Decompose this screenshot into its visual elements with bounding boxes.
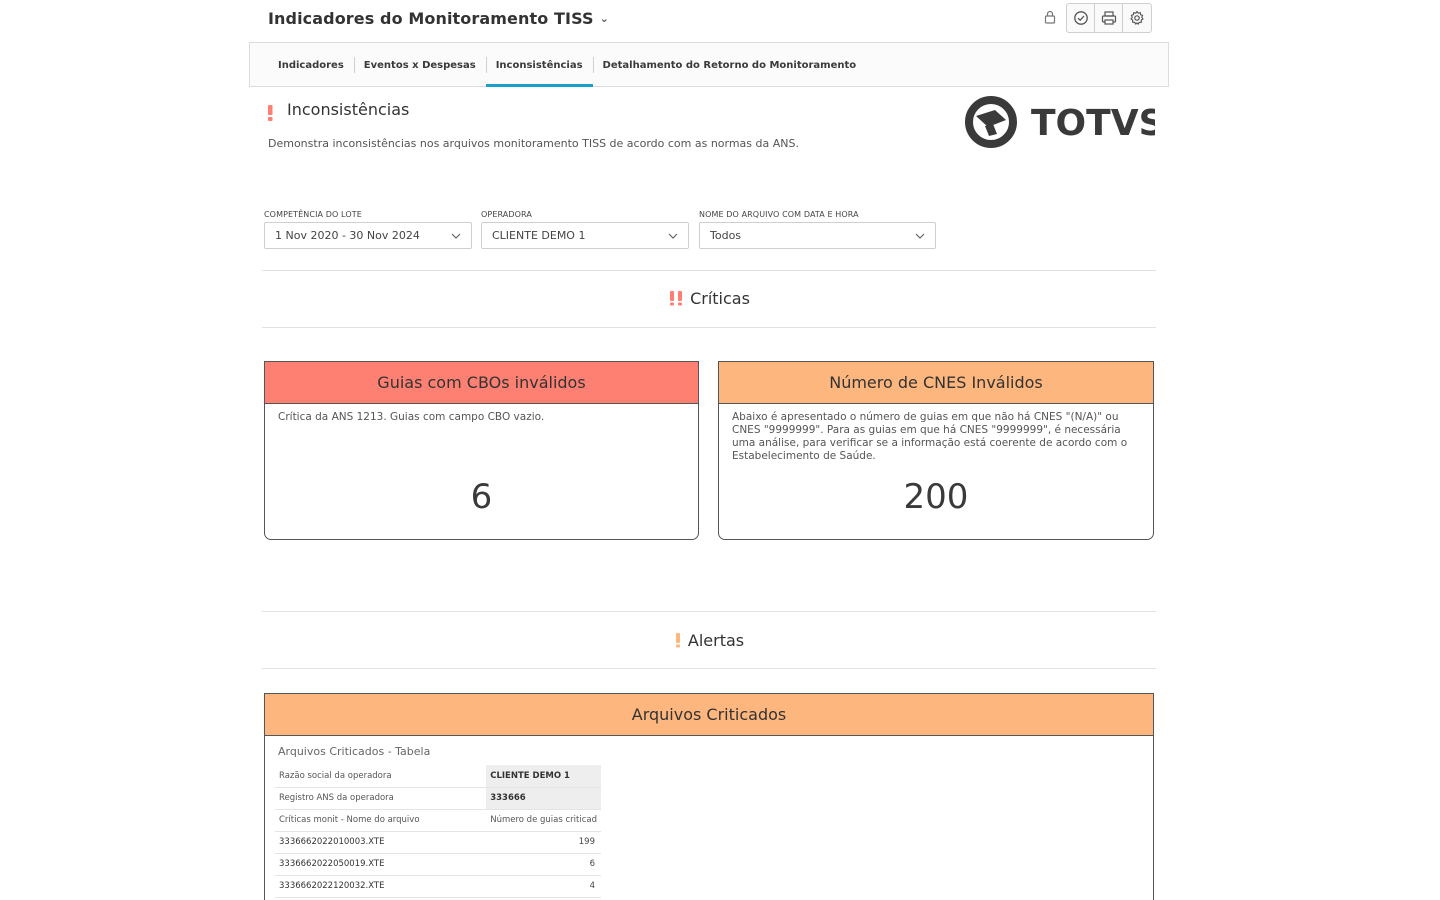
table-row: 3336662022010003.XTE 199 xyxy=(275,831,601,854)
exclamation-icon xyxy=(268,105,273,121)
section-description: Demonstra inconsistências nos arquivos m… xyxy=(268,137,799,150)
table-header-row: Críticas monit - Nome do arquivo Número … xyxy=(275,809,601,832)
table-meta-row: Registro ANS da operadora 333666 xyxy=(275,787,601,810)
totvs-logo-mark: TOTVS xyxy=(965,96,1165,148)
filter-operadora-label: OPERADORA xyxy=(481,210,532,219)
operadora-select[interactable]: CLIENTE DEMO 1 xyxy=(481,222,689,249)
filter-operadora: OPERADORA CLIENTE DEMO 1 xyxy=(481,210,689,249)
meta-label: Razão social da operadora xyxy=(275,765,487,788)
card-arquivos-criticados: Arquivos Criticados Arquivos Criticados … xyxy=(264,693,1154,900)
print-button[interactable] xyxy=(1095,4,1123,32)
divider xyxy=(262,327,1156,328)
table-row: 3336662022050019.XTE 6 xyxy=(275,853,601,876)
arquivos-table: Razão social da operadora CLIENTE DEMO 1… xyxy=(275,765,601,898)
totvs-logo: TOTVS xyxy=(963,96,1165,148)
table-meta-row: Razão social da operadora CLIENTE DEMO 1 xyxy=(275,765,601,788)
card-cbo-title: Guias com CBOs inválidos xyxy=(265,362,698,404)
operadora-value: CLIENTE DEMO 1 xyxy=(492,229,586,242)
card-cbo-value: 6 xyxy=(470,477,493,517)
double-exclamation-icon xyxy=(670,291,683,306)
dashboard-title[interactable]: Indicadores do Monitoramento TISS ⌄ xyxy=(268,9,609,28)
column-header[interactable]: Críticas monit - Nome do arquivo xyxy=(275,809,487,832)
nome-arquivo-value: Todos xyxy=(710,229,742,242)
gear-icon xyxy=(1130,10,1144,25)
meta-value: CLIENTE DEMO 1 xyxy=(486,765,601,788)
row-file: 3336662022120032.XTE xyxy=(275,875,487,898)
card-cbo-description: Crítica da ANS 1213. Guias com campo CBO… xyxy=(278,411,545,423)
row-file: 3336662022050019.XTE xyxy=(275,853,487,876)
nome-arquivo-select[interactable]: Todos xyxy=(699,222,936,249)
card-cnes-invalidos: Número de CNES Inválidos Abaixo é aprese… xyxy=(718,361,1154,540)
divider xyxy=(262,668,1156,669)
chevron-down-icon xyxy=(451,233,461,239)
tab-bar: Indicadores Eventos x Despesas Inconsist… xyxy=(249,42,1169,87)
competencia-value: 1 Nov 2020 - 30 Nov 2024 xyxy=(275,229,420,242)
dashboard-title-text: Indicadores do Monitoramento TISS xyxy=(268,9,594,28)
row-count: 4 xyxy=(486,875,601,898)
toolbar xyxy=(1066,3,1152,33)
row-count: 6 xyxy=(486,853,601,876)
totvs-logo-text: TOTVS xyxy=(1031,103,1155,144)
criticas-heading: Críticas xyxy=(262,289,1156,308)
table-subtitle: Arquivos Criticados - Tabela xyxy=(278,745,431,758)
filter-nome-arquivo-label: NOME DO ARQUIVO COM DATA E HORA xyxy=(699,210,859,219)
app-header: Indicadores do Monitoramento TISS ⌄ xyxy=(249,0,1169,42)
meta-value: 333666 xyxy=(486,787,601,810)
lock-icon xyxy=(1044,10,1056,24)
clock-icon xyxy=(1073,11,1088,25)
print-icon xyxy=(1101,11,1116,25)
schedule-button[interactable] xyxy=(1067,4,1095,32)
row-file: 3336662022010003.XTE xyxy=(275,831,487,854)
filter-competencia: COMPETÊNCIA DO LOTE 1 Nov 2020 - 30 Nov … xyxy=(264,210,472,249)
chevron-down-icon xyxy=(915,233,925,239)
section-title: Inconsistências xyxy=(287,100,410,119)
row-count: 199 xyxy=(486,831,601,854)
filter-nome-arquivo: NOME DO ARQUIVO COM DATA E HORA Todos xyxy=(699,210,936,249)
criticas-title: Críticas xyxy=(690,289,750,308)
filter-competencia-label: COMPETÊNCIA DO LOTE xyxy=(264,210,362,219)
tab-indicadores[interactable]: Indicadores xyxy=(268,43,354,87)
column-header[interactable]: Número de guias criticad xyxy=(486,809,601,832)
alertas-heading: Alertas xyxy=(262,631,1156,650)
page: Indicadores do Monitoramento TISS ⌄ Indi… xyxy=(0,0,1440,900)
table-row: 3336662022120032.XTE 4 xyxy=(275,875,601,898)
card-cnes-value: 200 xyxy=(903,477,969,517)
card-cbo-invalidos: Guias com CBOs inválidos Crítica da ANS … xyxy=(264,361,699,540)
chevron-down-icon xyxy=(668,233,678,239)
tab-eventos-despesas[interactable]: Eventos x Despesas xyxy=(353,43,486,87)
card-cnes-title: Número de CNES Inválidos xyxy=(719,362,1153,404)
chevron-down-icon[interactable]: ⌄ xyxy=(600,12,609,25)
exclamation-icon xyxy=(675,633,680,648)
divider xyxy=(262,611,1156,612)
meta-label: Registro ANS da operadora xyxy=(275,787,487,810)
card-cnes-description: Abaixo é apresentado o número de guias e… xyxy=(732,411,1128,462)
competencia-select[interactable]: 1 Nov 2020 - 30 Nov 2024 xyxy=(264,222,472,249)
alertas-title: Alertas xyxy=(687,631,745,650)
card-arquivos-title: Arquivos Criticados xyxy=(265,694,1153,736)
tab-inconsistencias[interactable]: Inconsistências xyxy=(485,43,593,87)
tab-detalhamento-retorno[interactable]: Detalhamento do Retorno do Monitoramento xyxy=(592,43,867,87)
divider xyxy=(262,270,1156,271)
settings-button[interactable] xyxy=(1123,4,1151,32)
